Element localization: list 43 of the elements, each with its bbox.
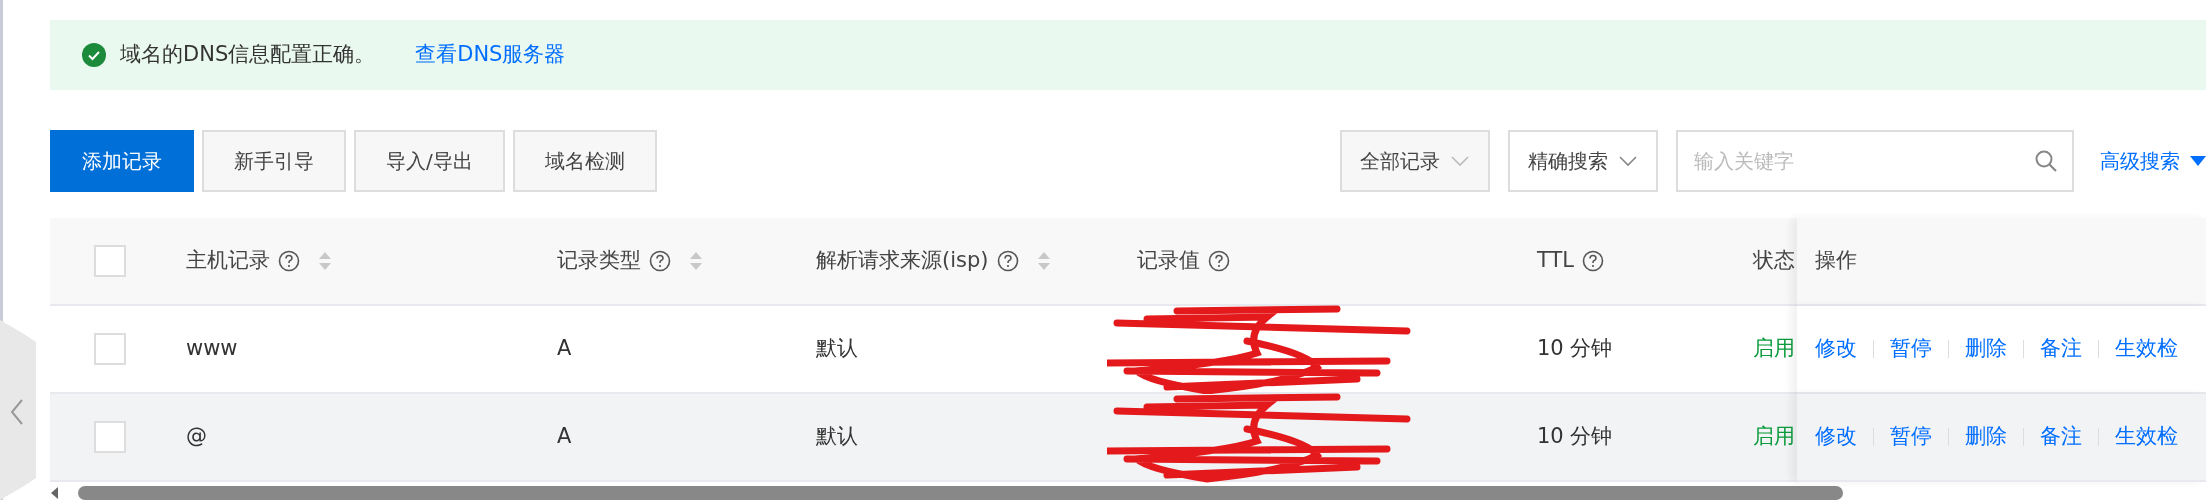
column-header: 操作 (1815, 247, 1857, 275)
dns-server-link[interactable]: 查看DNS服务器 (415, 39, 566, 71)
column-header: 记录值 (1137, 247, 1200, 275)
status-text: 启用 (1753, 423, 1795, 451)
table-cell: 默认 (816, 394, 1137, 482)
action-link[interactable]: 备注 (2040, 421, 2082, 453)
column-header: TTL (1537, 247, 1574, 275)
column-header: 主机记录 (186, 247, 270, 275)
action-link[interactable]: 生效检 (2115, 421, 2178, 453)
column-header: 记录类型 (557, 247, 641, 275)
advanced-search-link[interactable]: 高级搜索 (2100, 146, 2206, 176)
action-link[interactable]: 生效检 (2115, 333, 2178, 365)
column-header: 状态 (1753, 247, 1795, 275)
action-link[interactable]: 修改 (1815, 421, 1857, 453)
scrollbar-thumb[interactable] (78, 486, 1843, 500)
toolbar-button[interactable]: 添加记录 (50, 130, 194, 192)
checkbox[interactable] (94, 421, 126, 453)
toolbar-button[interactable]: 新手引导 (202, 130, 346, 192)
checkbox[interactable] (94, 245, 126, 277)
search-icon (2034, 149, 2058, 173)
search-field[interactable]: 输入关键字 (1676, 130, 2074, 192)
table-cell-text: 10 分钟 (1537, 423, 1613, 451)
toolbar-button[interactable]: 导入/导出 (354, 130, 505, 192)
action-link[interactable]: 备注 (2040, 333, 2082, 365)
status-text: 启用 (1753, 335, 1795, 363)
filter-dropdown[interactable]: 全部记录 (1340, 130, 1490, 192)
toolbar-button[interactable]: 域名检测 (512, 130, 657, 192)
table-cell: A (557, 394, 816, 482)
checkbox[interactable] (94, 333, 126, 365)
collapse-tab[interactable] (0, 320, 36, 500)
column-header: 解析请求来源(isp) (816, 247, 989, 275)
action-link[interactable]: 删除 (1965, 333, 2007, 365)
caret-icon (2190, 154, 2206, 168)
scroll-left-icon[interactable] (50, 486, 60, 500)
table-cell: @ (186, 394, 557, 482)
alert-message: 域名的DNS信息配置正确。 (120, 41, 376, 69)
action-link[interactable]: 暂停 (1890, 421, 1932, 453)
success-icon (82, 43, 106, 67)
table-cell-text: 10 分钟 (1537, 335, 1613, 363)
action-link[interactable]: 删除 (1965, 421, 2007, 453)
action-link[interactable]: 修改 (1815, 333, 1857, 365)
filter-dropdown[interactable]: 精确搜索 (1508, 130, 1658, 192)
action-link[interactable]: 暂停 (1890, 333, 1932, 365)
